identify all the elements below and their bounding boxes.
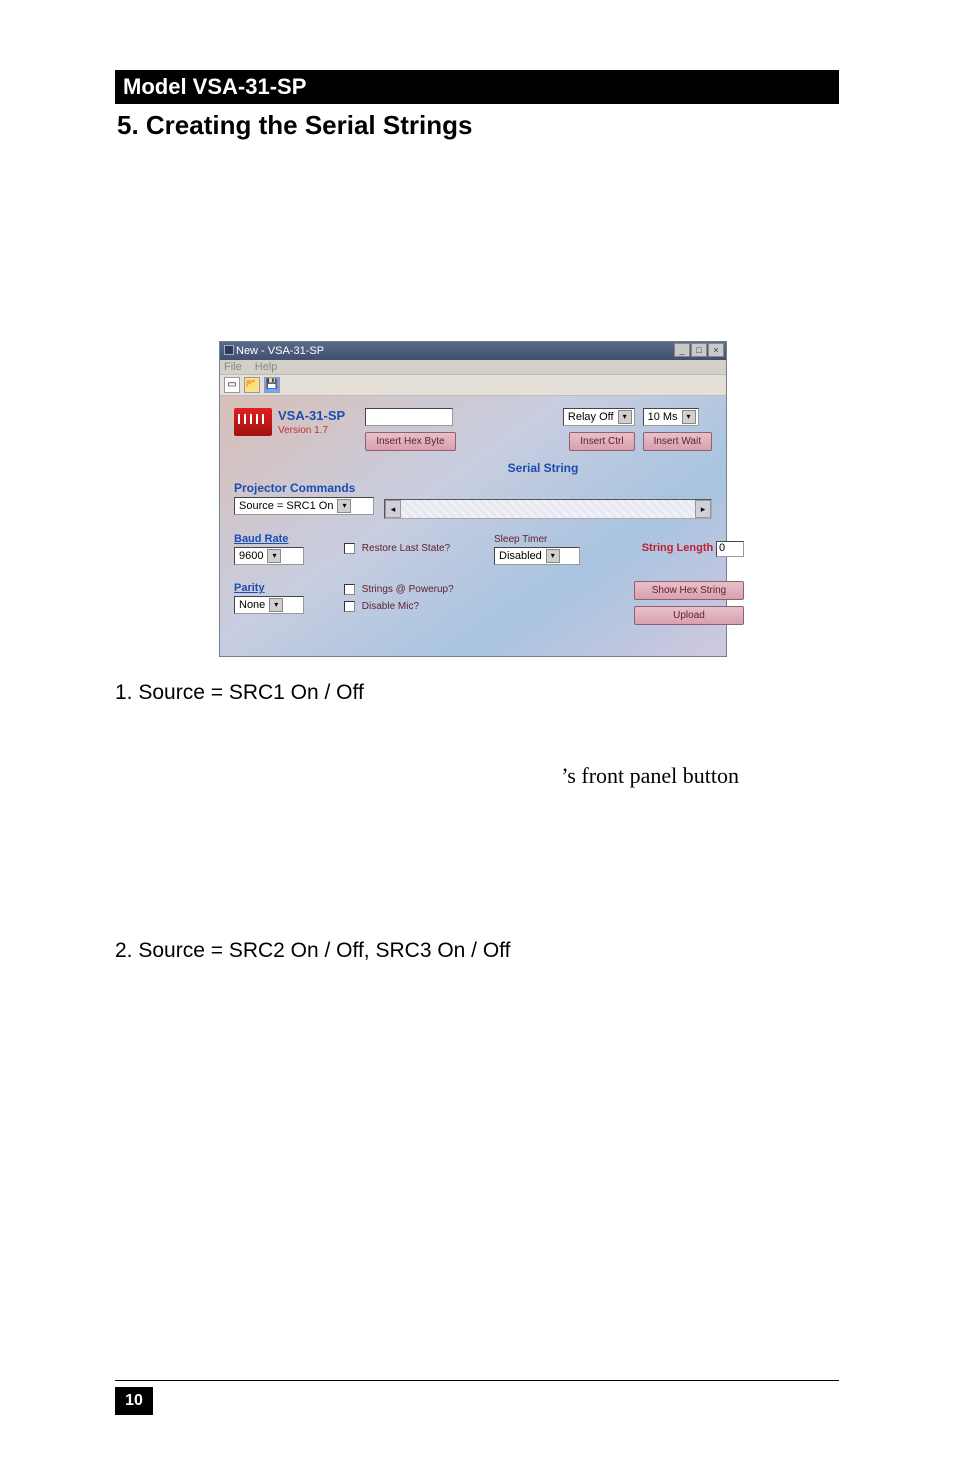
parity-label: Parity <box>234 582 334 594</box>
strings-powerup-label: Strings @ Powerup? <box>362 584 454 595</box>
sleep-timer-combo[interactable]: Disabled ▾ <box>494 547 580 565</box>
chevron-down-icon: ▾ <box>546 549 560 563</box>
show-hex-string-button[interactable]: Show Hex String <box>634 581 744 600</box>
brand-label: VSA-31-SP <box>278 408 345 423</box>
client-area: VSA-31-SP Version 1.7 Insert Hex Byte <box>220 396 726 656</box>
parity-combo[interactable]: None ▾ <box>234 596 304 614</box>
string-length-label: String Length <box>642 542 714 554</box>
chevron-down-icon: ▾ <box>337 499 351 513</box>
app-screenshot: New - VSA-31-SP _ □ × File Help ▭ 📂 💾 <box>219 341 727 657</box>
insert-ctrl-button[interactable]: Insert Ctrl <box>569 432 634 451</box>
chevron-down-icon: ▾ <box>269 598 283 612</box>
scroll-left-icon[interactable]: ◂ <box>385 500 401 518</box>
disable-mic-checkbox[interactable] <box>344 601 355 612</box>
ms-combo[interactable]: 10 Ms ▾ <box>643 408 699 426</box>
menu-help[interactable]: Help <box>255 361 278 373</box>
chevron-down-icon: ▾ <box>682 410 696 424</box>
toolbar: ▭ 📂 💾 <box>220 375 726 396</box>
baud-rate-value: 9600 <box>239 550 263 562</box>
body-serif-fragment: ’s front panel button <box>115 763 839 789</box>
menu-file[interactable]: File <box>224 361 242 373</box>
projector-commands-label: Projector Commands <box>234 481 712 495</box>
model-header: Model VSA-31-SP <box>115 70 839 104</box>
body-item-2: 2. Source = SRC2 On / Off, SRC3 On / Off <box>115 939 839 963</box>
scroll-right-icon[interactable]: ▸ <box>695 500 711 518</box>
hex-byte-input[interactable] <box>365 408 453 426</box>
baud-rate-label: Baud Rate <box>234 533 334 545</box>
version-label: Version 1.7 <box>278 425 345 436</box>
insert-wait-button[interactable]: Insert Wait <box>643 432 712 451</box>
new-file-icon[interactable]: ▭ <box>224 377 240 393</box>
page-footer: 10 <box>115 1380 839 1415</box>
source-combo-value: Source = SRC1 On <box>239 500 333 512</box>
source-combo[interactable]: Source = SRC1 On ▾ <box>234 497 374 515</box>
chevron-down-icon: ▾ <box>267 549 281 563</box>
sleep-timer-value: Disabled <box>499 550 542 562</box>
page-number: 10 <box>115 1387 153 1415</box>
serial-string-field[interactable]: ◂ ▸ <box>384 499 712 519</box>
open-folder-icon[interactable]: 📂 <box>244 377 260 393</box>
insert-hex-byte-button[interactable]: Insert Hex Byte <box>365 432 455 451</box>
strings-powerup-checkbox[interactable] <box>344 584 355 595</box>
app-icon <box>224 345 234 355</box>
sleep-timer-label: Sleep Timer <box>494 534 624 545</box>
window-titlebar: New - VSA-31-SP _ □ × <box>220 342 726 360</box>
restore-last-label: Restore Last State? <box>362 544 450 555</box>
parity-value: None <box>239 599 265 611</box>
maximize-button[interactable]: □ <box>691 343 707 357</box>
save-icon[interactable]: 💾 <box>264 377 280 393</box>
close-button[interactable]: × <box>708 343 724 357</box>
relay-combo[interactable]: Relay Off ▾ <box>563 408 635 426</box>
ms-combo-value: 10 Ms <box>648 411 678 423</box>
string-length-field: 0 <box>716 541 744 557</box>
app-window: New - VSA-31-SP _ □ × File Help ▭ 📂 💾 <box>219 341 727 657</box>
upload-button[interactable]: Upload <box>634 606 744 625</box>
minimize-button[interactable]: _ <box>674 343 690 357</box>
body-item-1: 1. Source = SRC1 On / Off <box>115 681 839 705</box>
chevron-down-icon: ▾ <box>618 410 632 424</box>
section-heading: 5. Creating the Serial Strings <box>117 110 839 141</box>
window-title: New - VSA-31-SP <box>236 345 324 357</box>
menu-bar: File Help <box>220 360 726 375</box>
hr-logo <box>234 408 272 436</box>
serial-string-heading: Serial String <box>374 461 712 475</box>
restore-last-checkbox[interactable] <box>344 543 355 554</box>
baud-rate-combo[interactable]: 9600 ▾ <box>234 547 304 565</box>
relay-combo-value: Relay Off <box>568 411 614 423</box>
disable-mic-label: Disable Mic? <box>362 601 419 612</box>
